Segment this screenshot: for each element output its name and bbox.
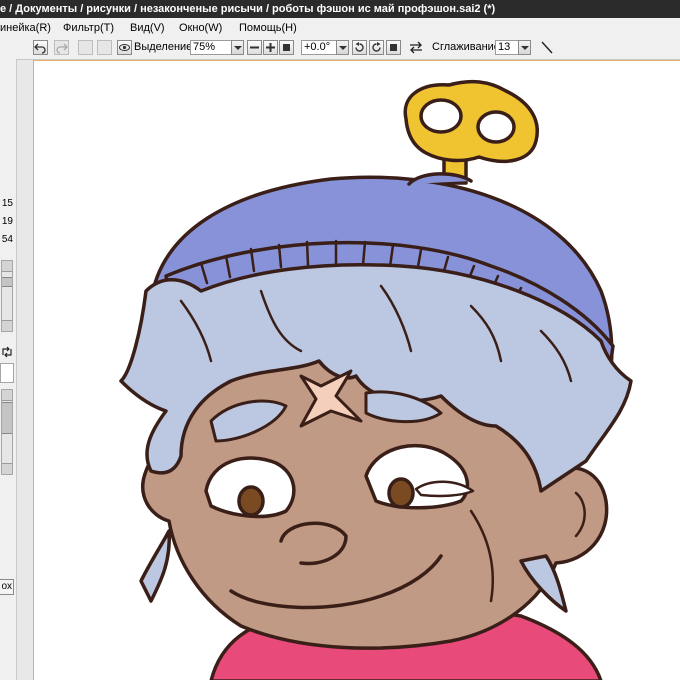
disabled-tool-button-2[interactable] [97, 40, 112, 55]
panel-value-3: 54 [1, 234, 13, 245]
left-panel-field[interactable] [0, 363, 14, 383]
pen-pressure-button[interactable] [539, 40, 555, 55]
zoom-reset-button[interactable] [279, 40, 294, 55]
checkbox-label[interactable]: ox [0, 579, 14, 595]
left-panel: 15 19 54 ox [0, 59, 17, 680]
scroll-up-button[interactable] [2, 390, 12, 401]
minus-icon [250, 46, 259, 49]
menu-filter[interactable]: Фильтр(T) [63, 18, 114, 38]
character-artwork [119, 79, 633, 680]
window-title: е / Документы / рисунки / незаконченые р… [0, 3, 496, 15]
zoom-value: 75% [193, 41, 216, 53]
tool-panel-scrollbar[interactable] [1, 389, 13, 475]
undo-icon [34, 43, 46, 54]
zoom-in-button[interactable] [263, 40, 278, 55]
zoom-dropdown-button[interactable] [231, 40, 244, 55]
smoothing-value: 13 [498, 41, 511, 53]
wind-up-key-icon [403, 79, 539, 185]
flip-button[interactable] [408, 40, 424, 55]
menu-help[interactable]: Помощь(H) [239, 18, 297, 38]
canvas-area [17, 60, 680, 680]
eye-icon [119, 44, 130, 51]
redo-button[interactable] [54, 40, 69, 55]
rotate-left-icon [355, 42, 364, 52]
selection-label: Выделение [134, 41, 193, 53]
menu-view[interactable]: Вид(V) [130, 18, 165, 38]
square-icon [390, 44, 397, 51]
smoothing-dropdown-button[interactable] [518, 40, 531, 55]
smoothing-combo[interactable]: 13 [495, 40, 519, 55]
scroll-thumb[interactable] [2, 402, 12, 434]
title-bar: е / Документы / рисунки / незаконченые р… [0, 0, 680, 18]
selection-visibility-toggle[interactable] [117, 40, 132, 55]
rotate-left-button[interactable] [352, 40, 367, 55]
smoothing-label: Сглаживание [432, 41, 500, 53]
pen-icon [541, 41, 553, 54]
scroll-up-button[interactable] [2, 261, 12, 272]
rotate-right-icon [372, 42, 381, 52]
rotation-dropdown-button[interactable] [336, 40, 349, 55]
zoom-out-button[interactable] [247, 40, 262, 55]
rotation-value: +0.0° [304, 41, 331, 53]
panel-value-2: 19 [1, 216, 13, 227]
swap-colors-icon[interactable] [0, 345, 14, 362]
scroll-down-button[interactable] [2, 463, 12, 474]
panel-value-1: 15 [1, 198, 13, 209]
plus-icon [266, 43, 275, 52]
scroll-thumb[interactable] [2, 277, 12, 287]
disabled-tool-button-1[interactable] [78, 40, 93, 55]
rotation-reset-button[interactable] [386, 40, 401, 55]
drawing-canvas[interactable] [33, 60, 680, 680]
rotate-right-button[interactable] [369, 40, 384, 55]
toolbar: Выделение 75% +0.0° Сглаживание 13 [0, 38, 680, 60]
menu-ruler[interactable]: инейка(R) [0, 18, 51, 38]
undo-button[interactable] [33, 40, 48, 55]
scroll-down-button[interactable] [2, 320, 12, 331]
redo-icon [56, 43, 68, 54]
menu-bar: инейка(R) Фильтр(T) Вид(V) Окно(W) Помощ… [0, 18, 680, 39]
rotation-combo[interactable]: +0.0° [301, 40, 337, 55]
color-panel-scrollbar[interactable] [1, 260, 13, 332]
menu-window[interactable]: Окно(W) [179, 18, 222, 38]
square-icon [283, 44, 290, 51]
zoom-combo[interactable]: 75% [190, 40, 233, 55]
flip-icon [410, 41, 422, 54]
